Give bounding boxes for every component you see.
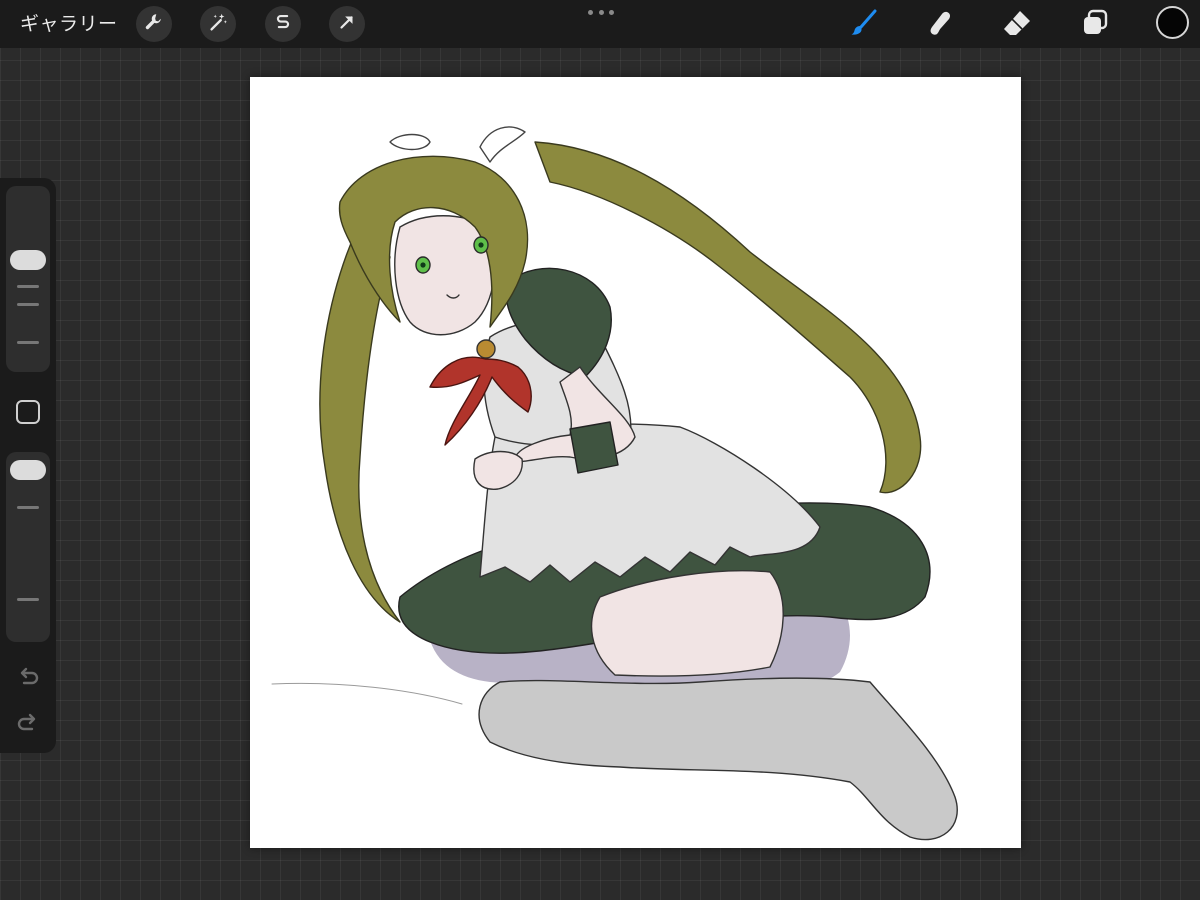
actions-button[interactable] (136, 6, 172, 42)
drawing-canvas[interactable] (250, 77, 1021, 848)
color-picker-button[interactable] (1156, 6, 1189, 39)
selection-button[interactable] (265, 6, 301, 42)
handle-dot (609, 9, 614, 15)
eraser-tool-button[interactable] (1000, 8, 1034, 42)
transform-button[interactable] (329, 6, 365, 42)
slider-tick (17, 341, 39, 344)
undo-button[interactable] (14, 664, 42, 692)
gallery-button[interactable]: ギャラリー (20, 12, 118, 36)
brush-size-slider[interactable] (6, 186, 50, 372)
top-toolbar: ギャラリー (0, 0, 1200, 48)
arrow-cursor-icon (336, 11, 358, 38)
opacity-thumb[interactable] (10, 460, 46, 480)
hair-tuft (479, 126, 526, 163)
handle-dot (588, 9, 593, 15)
slider-tick (17, 285, 39, 288)
handle-dot (598, 9, 604, 15)
ahoge-loop (389, 133, 431, 151)
collar-pendant (476, 339, 496, 359)
redo-button[interactable] (14, 710, 42, 738)
adjustments-button[interactable] (200, 6, 236, 42)
selection-s-icon (272, 11, 294, 38)
stocking-leg (478, 677, 958, 841)
wrist-cuff (569, 421, 619, 474)
left-sidebar (0, 178, 56, 753)
magic-wand-icon (207, 11, 229, 38)
brush-tool-button[interactable] (847, 8, 881, 42)
eraser-icon (1001, 7, 1033, 44)
slider-tick (17, 506, 39, 509)
brush-size-thumb[interactable] (10, 250, 46, 270)
layers-icon (1079, 7, 1111, 44)
undo-icon (14, 667, 42, 696)
opacity-slider[interactable] (6, 452, 50, 642)
smudge-finger-icon (923, 7, 955, 44)
toolbar-more-handle[interactable] (588, 6, 614, 18)
layers-button[interactable] (1078, 8, 1112, 42)
smudge-tool-button[interactable] (922, 8, 956, 42)
redo-icon (14, 713, 42, 742)
modify-button[interactable] (16, 400, 40, 424)
slider-tick (17, 303, 39, 306)
slider-tick (17, 598, 39, 601)
artwork-illustration (271, 126, 958, 841)
wrench-icon (143, 11, 165, 38)
brush-icon (848, 7, 880, 44)
